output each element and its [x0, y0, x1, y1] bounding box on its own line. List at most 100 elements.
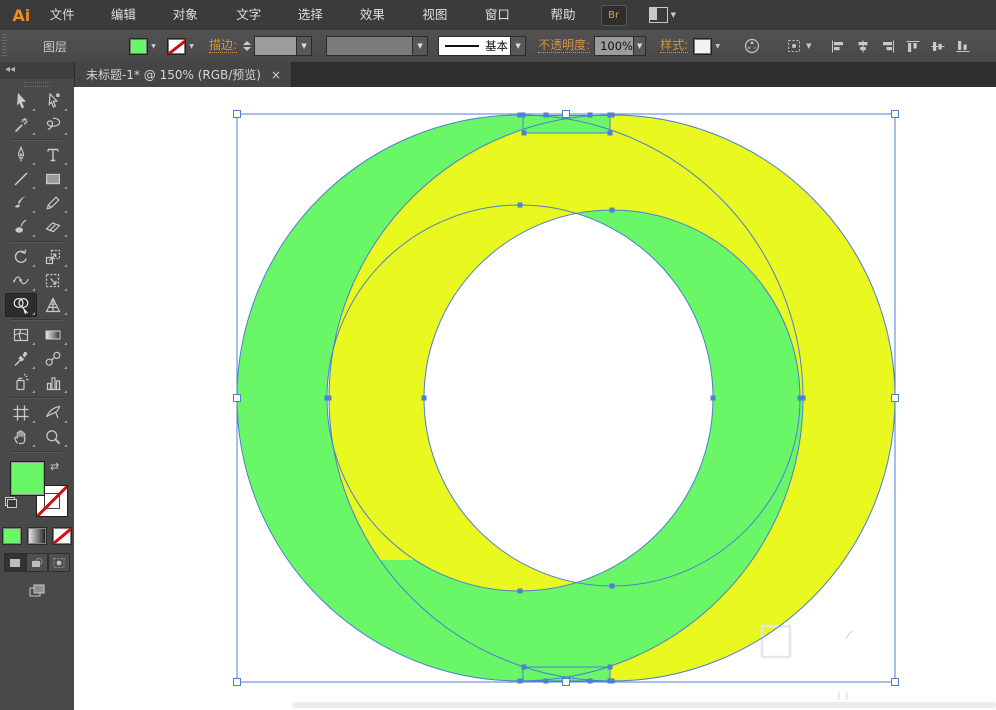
bounding-box-handle[interactable] [234, 679, 241, 686]
transform-menu-icon[interactable]: ▼ [785, 37, 811, 55]
menu-item-5[interactable]: 选择(S) [285, 0, 347, 30]
anchor-point[interactable] [588, 679, 593, 684]
menu-item-7[interactable]: 视图(V) [409, 0, 471, 30]
anchor-point[interactable] [610, 208, 615, 213]
draw-inside-button[interactable] [48, 553, 70, 572]
anchor-point[interactable] [518, 203, 523, 208]
default-fill-stroke-icon[interactable] [5, 497, 17, 508]
menu-item-2[interactable]: 编辑(E) [98, 0, 160, 30]
tool-eraser[interactable] [37, 215, 69, 239]
fill-color-swatch[interactable] [129, 38, 148, 55]
stroke-weight-stepper[interactable] [242, 41, 252, 51]
tool-column-graph[interactable] [37, 371, 69, 395]
bounding-box-handle[interactable] [234, 111, 241, 118]
bridge-button[interactable]: Br [601, 5, 627, 26]
selected-rings-artwork[interactable] [74, 87, 996, 710]
tool-gradient[interactable] [37, 323, 69, 347]
anchor-point[interactable] [522, 131, 527, 136]
close-icon[interactable]: × [271, 68, 281, 82]
bounding-box-handle[interactable] [892, 679, 899, 686]
anchor-point[interactable] [422, 396, 427, 401]
tool-selection[interactable] [5, 89, 37, 113]
anchor-point[interactable] [711, 396, 716, 401]
stroke-color-swatch[interactable] [167, 38, 186, 55]
workspace-layout-button[interactable]: ▼ [649, 7, 676, 23]
tool-slice[interactable] [37, 401, 69, 425]
screen-mode-button[interactable] [26, 582, 48, 600]
align-left-button[interactable] [830, 39, 846, 54]
bounding-box-handle[interactable] [892, 395, 899, 402]
artboard-canvas[interactable] [74, 87, 996, 710]
align-v-center-button[interactable] [930, 39, 946, 54]
menu-item-4[interactable]: 文字(T) [223, 0, 285, 30]
align-right-button[interactable] [880, 39, 896, 54]
style-label[interactable]: 样式: [660, 39, 688, 53]
anchor-point[interactable] [798, 396, 803, 401]
tool-type[interactable] [37, 143, 69, 167]
menu-item-3[interactable]: 对象(O) [160, 0, 224, 30]
anchor-point[interactable] [518, 679, 523, 684]
draw-behind-button[interactable] [26, 553, 48, 572]
opacity-label[interactable]: 不透明度: [538, 39, 590, 53]
merged-rect-1[interactable] [523, 116, 610, 134]
menu-item-9[interactable]: 帮助(H) [537, 0, 600, 30]
anchor-point[interactable] [544, 113, 549, 118]
bounding-box-handle[interactable] [234, 395, 241, 402]
anchor-point[interactable] [608, 113, 613, 118]
anchor-point[interactable] [608, 679, 613, 684]
panel-collapse-button[interactable]: ◂◂ [0, 62, 74, 78]
gradient-button[interactable] [27, 527, 47, 545]
fill-proxy-swatch[interactable] [10, 461, 45, 496]
style-dropdown-icon[interactable]: ▼ [712, 39, 723, 54]
tool-symbol-sprayer[interactable] [5, 371, 37, 395]
fill-dropdown-icon[interactable]: ▼ [148, 39, 159, 54]
brush-definition-combo[interactable]: 基本 ▼ [438, 36, 526, 56]
tool-scale[interactable] [37, 245, 69, 269]
bounding-box-handle[interactable] [563, 111, 570, 118]
stroke-label[interactable]: 描边: [209, 39, 237, 53]
tool-rectangle[interactable] [37, 167, 69, 191]
tool-lasso[interactable] [37, 113, 69, 137]
bounding-box-handle[interactable] [563, 679, 570, 686]
opacity-combo[interactable]: 100%▼ [594, 36, 646, 56]
align-bottom-button[interactable] [955, 39, 971, 54]
anchor-point[interactable] [521, 113, 526, 118]
width-profile-combo[interactable]: ▼ [326, 36, 428, 56]
anchor-point[interactable] [608, 131, 613, 136]
tool-perspective-grid[interactable] [37, 293, 69, 317]
align-h-center-button[interactable] [855, 39, 871, 54]
tool-direct-selection[interactable] [37, 89, 69, 113]
menu-item-8[interactable]: 窗口(W) [472, 0, 538, 30]
anchor-point[interactable] [608, 665, 613, 670]
none-button[interactable] [52, 527, 72, 545]
tool-line-segment[interactable] [5, 167, 37, 191]
menu-item-1[interactable]: 文件(F) [37, 0, 98, 30]
graphic-style-swatch[interactable] [693, 38, 712, 55]
stroke-dropdown-icon[interactable]: ▼ [186, 39, 197, 54]
stroke-weight-combo[interactable]: ▼ [254, 36, 312, 56]
panel-grip[interactable] [2, 34, 7, 58]
tool-pen[interactable] [5, 143, 37, 167]
anchor-point[interactable] [544, 679, 549, 684]
tool-blob-brush[interactable] [5, 215, 37, 239]
anchor-point[interactable] [327, 396, 332, 401]
menu-item-6[interactable]: 效果(C) [347, 0, 410, 30]
document-tab[interactable]: 未标题-1* @ 150% (RGB/预览) × [74, 62, 292, 87]
recolor-artwork-icon[interactable] [743, 37, 761, 55]
color-button[interactable] [2, 527, 22, 545]
draw-normal-button[interactable] [4, 553, 26, 572]
tool-shape-builder[interactable] [5, 293, 37, 317]
anchor-point[interactable] [588, 113, 593, 118]
align-top-button[interactable] [905, 39, 921, 54]
tool-hand[interactable] [5, 425, 37, 449]
tool-width[interactable] [5, 269, 37, 293]
tool-paintbrush[interactable] [5, 191, 37, 215]
panel-drag-grip[interactable] [24, 82, 50, 87]
tool-mesh[interactable] [5, 323, 37, 347]
tool-eyedropper[interactable] [5, 347, 37, 371]
anchor-point[interactable] [522, 665, 527, 670]
tool-blend[interactable] [37, 347, 69, 371]
bounding-box-handle[interactable] [892, 111, 899, 118]
anchor-point[interactable] [610, 584, 615, 589]
tool-artboard[interactable] [5, 401, 37, 425]
